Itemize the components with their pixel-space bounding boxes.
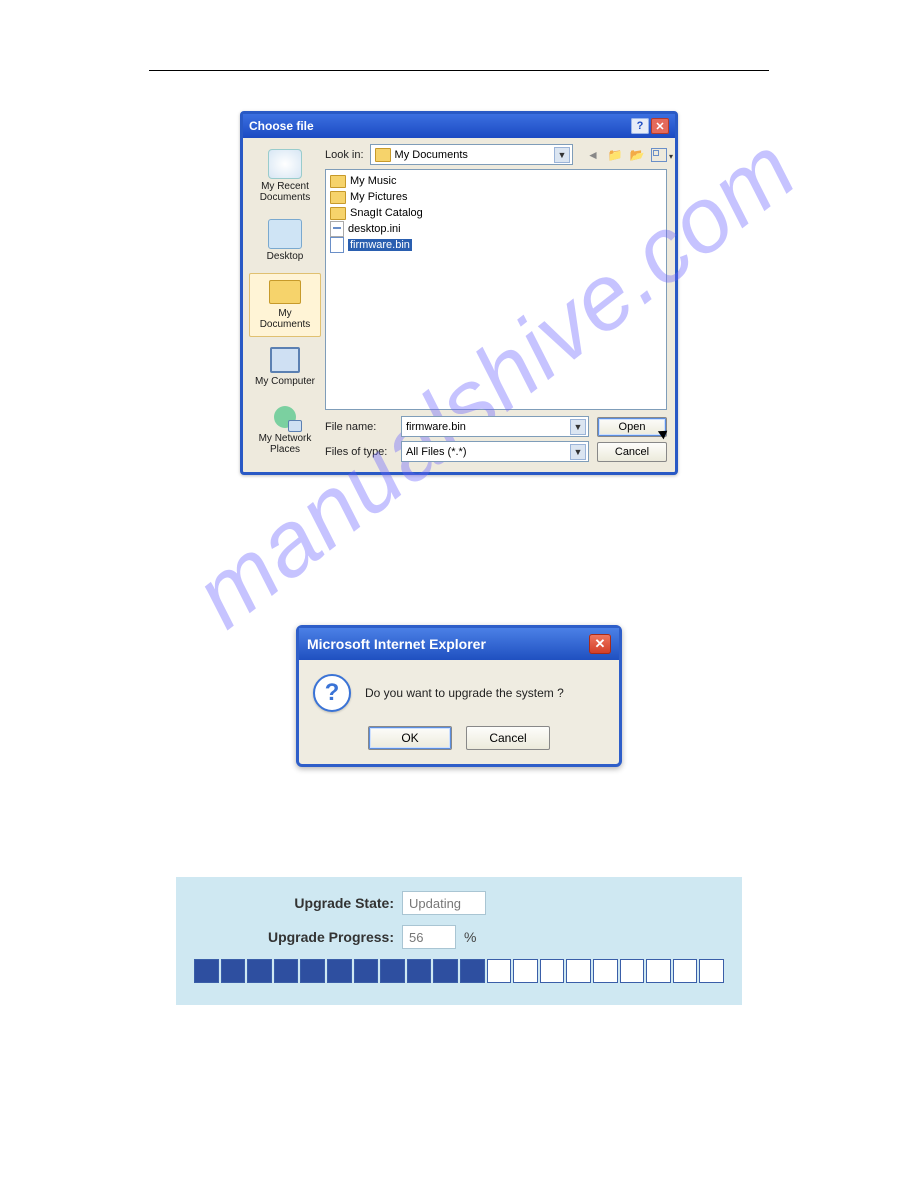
file-name: desktop.ini <box>348 223 401 235</box>
desktop-icon <box>268 219 302 249</box>
progress-cell <box>620 959 645 983</box>
close-button[interactable]: ✕ <box>589 634 611 654</box>
file-chooser-titlebar: Choose file ? ✕ <box>243 114 675 138</box>
upgrade-state-value: Updating <box>402 891 486 915</box>
percent-sign: % <box>464 929 476 945</box>
progress-cell <box>274 959 299 983</box>
progress-cell <box>433 959 458 983</box>
cancel-button[interactable]: Cancel <box>597 442 667 462</box>
back-icon[interactable]: ◄ <box>585 147 601 163</box>
file-item-desktop-ini[interactable]: desktop.ini <box>330 221 662 237</box>
place-my-computer[interactable]: My Computer <box>249 341 321 394</box>
view-menu-icon[interactable] <box>651 147 667 163</box>
progress-cell <box>407 959 432 983</box>
place-network[interactable]: My Network Places <box>249 398 321 462</box>
confirm-dialog: Microsoft Internet Explorer ✕ ? Do you w… <box>296 625 622 767</box>
cursor-icon <box>658 426 670 439</box>
close-button[interactable]: ✕ <box>651 118 669 134</box>
progress-cell <box>247 959 272 983</box>
cancel-button[interactable]: Cancel <box>466 726 550 750</box>
filetype-dropdown[interactable]: All Files (*.*) <box>401 441 589 462</box>
computer-icon <box>269 346 301 374</box>
file-name: My Music <box>350 175 396 187</box>
network-icon <box>269 403 301 431</box>
ok-button[interactable]: OK <box>368 726 452 750</box>
place-recent[interactable]: My Recent Documents <box>249 144 321 210</box>
open-button-label: Open <box>619 421 646 433</box>
recent-icon <box>268 149 302 179</box>
file-item-my-music[interactable]: My Music <box>330 173 662 189</box>
upgrade-progress-label: Upgrade Progress: <box>194 929 394 945</box>
ini-file-icon <box>330 221 344 237</box>
confirm-message: Do you want to upgrade the system ? <box>365 686 564 700</box>
divider-rule <box>149 70 769 71</box>
help-button[interactable]: ? <box>631 118 649 134</box>
progress-bar <box>194 959 724 983</box>
place-desktop-label: Desktop <box>267 251 304 262</box>
progress-cell <box>593 959 618 983</box>
file-name: firmware.bin <box>348 239 412 251</box>
folder-icon <box>330 207 346 220</box>
progress-cell <box>513 959 538 983</box>
progress-cell <box>221 959 246 983</box>
file-name: My Pictures <box>350 191 407 203</box>
place-recent-label: My Recent Documents <box>260 181 311 203</box>
progress-cell <box>699 959 724 983</box>
upgrade-state-label: Upgrade State: <box>194 895 394 911</box>
progress-cell <box>380 959 405 983</box>
folder-icon <box>330 191 346 204</box>
progress-cell <box>327 959 352 983</box>
open-button[interactable]: Open <box>597 417 667 437</box>
places-bar: My Recent Documents Desktop My Documents… <box>249 144 321 462</box>
lookin-label: Look in: <box>325 149 364 161</box>
place-computer-label: My Computer <box>255 376 315 387</box>
file-list[interactable]: My Music My Pictures SnagIt Catalog desk… <box>325 169 667 410</box>
confirm-titlebar: Microsoft Internet Explorer ✕ <box>299 628 619 660</box>
upgrade-progress-value: 56 <box>402 925 456 949</box>
question-icon: ? <box>313 674 351 712</box>
place-desktop[interactable]: Desktop <box>249 214 321 269</box>
file-item-firmware[interactable]: firmware.bin <box>330 237 662 253</box>
lookin-value: My Documents <box>395 149 468 161</box>
new-folder-icon[interactable]: 📂 <box>629 147 645 163</box>
place-docs-label: My Documents <box>260 308 311 330</box>
progress-cell <box>487 959 512 983</box>
filename-value: firmware.bin <box>406 421 466 433</box>
progress-cell <box>673 959 698 983</box>
filename-label: File name: <box>325 421 393 433</box>
place-my-documents[interactable]: My Documents <box>249 273 321 337</box>
progress-cell <box>354 959 379 983</box>
progress-cell <box>566 959 591 983</box>
folder-icon <box>375 148 391 162</box>
filetype-value: All Files (*.*) <box>406 446 467 458</box>
file-chooser-dialog: Choose file ? ✕ My Recent Documents Desk… <box>240 111 678 475</box>
bin-file-icon <box>330 237 344 253</box>
lookin-dropdown[interactable]: My Documents <box>370 144 573 165</box>
upgrade-panel: Upgrade State: Updating Upgrade Progress… <box>176 877 742 1005</box>
place-network-label: My Network Places <box>259 433 312 455</box>
progress-cell <box>460 959 485 983</box>
progress-cell <box>646 959 671 983</box>
progress-cell <box>194 959 219 983</box>
progress-cell <box>300 959 325 983</box>
progress-cell <box>540 959 565 983</box>
file-item-snagit[interactable]: SnagIt Catalog <box>330 205 662 221</box>
filename-input[interactable]: firmware.bin <box>401 416 589 437</box>
filetype-label: Files of type: <box>325 446 393 458</box>
up-folder-icon[interactable]: 📁 <box>607 147 623 163</box>
confirm-title: Microsoft Internet Explorer <box>307 636 486 652</box>
documents-icon <box>269 278 301 306</box>
file-chooser-title: Choose file <box>249 119 631 133</box>
folder-icon <box>330 175 346 188</box>
file-name: SnagIt Catalog <box>350 207 423 219</box>
file-item-my-pictures[interactable]: My Pictures <box>330 189 662 205</box>
